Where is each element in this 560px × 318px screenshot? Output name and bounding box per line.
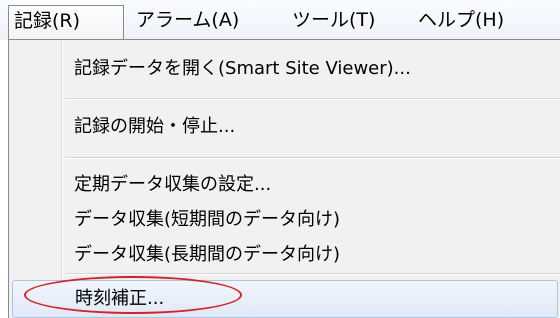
menu-separator — [65, 157, 560, 159]
menu-record[interactable]: 記録(R) — [8, 5, 124, 40]
menu-separator — [65, 98, 560, 100]
menu-tools[interactable]: ツール(T) — [286, 5, 381, 35]
menu-item-open-record-data[interactable]: 記録データを開く(Smart Site Viewer)... — [12, 50, 558, 88]
menu-help[interactable]: ヘルプ(H) — [412, 5, 510, 35]
menu-item-start-stop-recording[interactable]: 記録の開始・停止... — [12, 108, 558, 146]
menu-item-data-collection-long[interactable]: データ収集(長期間のデータ向け) — [12, 236, 558, 274]
menu-bar: 記録(R) アラーム(A) ツール(T) ヘルプ(H) — [0, 0, 560, 40]
menu-alarm[interactable]: アラーム(A) — [130, 5, 245, 35]
menu-item-periodic-collection-settings[interactable]: 定期データ収集の設定... — [12, 166, 558, 204]
menu-separator — [65, 273, 560, 275]
record-dropdown-menu: 記録データを開く(Smart Site Viewer)... 記録の開始・停止.… — [8, 39, 560, 318]
menu-item-time-correction[interactable]: 時刻補正... — [12, 280, 558, 318]
menu-item-data-collection-short[interactable]: データ収集(短期間のデータ向け) — [12, 201, 558, 239]
